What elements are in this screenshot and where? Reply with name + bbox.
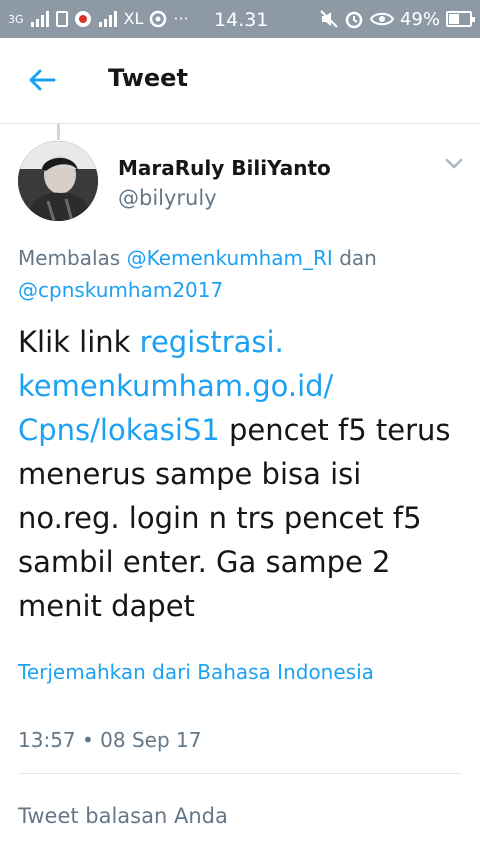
reply-context: Membalas @Kemenkumham_RI dan @cpnskumham… xyxy=(18,242,458,306)
alarm-icon xyxy=(345,11,363,29)
back-arrow-icon xyxy=(29,69,56,91)
status-time: 14.31 xyxy=(214,9,269,31)
battery-fill xyxy=(449,14,459,24)
divider xyxy=(18,773,462,774)
author-name[interactable]: MaraRuly BiliYanto xyxy=(118,156,331,180)
reply-joiner: dan xyxy=(339,246,377,270)
page-title: Tweet xyxy=(108,64,188,92)
eye-icon xyxy=(369,12,394,26)
author-handle[interactable]: @bilyruly xyxy=(118,186,217,210)
tweet-text-prefix: Klik link xyxy=(18,325,131,359)
sim-icon xyxy=(55,11,68,27)
network-type: 3G xyxy=(8,12,24,26)
mention-link[interactable]: @cpnskumham2017 xyxy=(18,278,223,302)
carrier-label: XL xyxy=(123,9,144,28)
status-left: 3G XL ··· xyxy=(8,10,189,28)
status-right: 49% xyxy=(320,8,475,30)
reply-input[interactable]: Tweet balasan Anda xyxy=(18,804,462,838)
tweet-text: Klik link registrasi.​kemenkumham.go.id/… xyxy=(18,320,468,628)
avatar[interactable] xyxy=(18,141,98,221)
status-bar: 3G XL ··· 14.31 49% xyxy=(0,0,480,38)
signal-icon xyxy=(98,11,117,27)
mute-icon xyxy=(320,10,338,28)
back-button[interactable] xyxy=(20,58,64,102)
app-bar: Tweet xyxy=(0,38,480,124)
camera-icon xyxy=(150,10,167,28)
mention-link[interactable]: @Kemenkumham_RI xyxy=(127,246,333,270)
reply-prefix: Membalas xyxy=(18,246,121,270)
chevron-down-icon xyxy=(445,158,463,169)
notification-icon xyxy=(74,11,91,27)
avatar-image xyxy=(18,141,98,221)
tweet-options-button[interactable] xyxy=(440,152,468,176)
tweet-timestamp: 13:57 • 08 Sep 17 xyxy=(18,728,202,752)
signal-icon xyxy=(30,11,49,27)
more-notifications: ··· xyxy=(173,9,189,28)
thread-connector xyxy=(57,124,60,140)
translate-link[interactable]: Terjemahkan dari Bahasa Indonesia xyxy=(18,660,374,684)
battery-percentage: 49% xyxy=(399,8,440,30)
battery-icon xyxy=(446,11,475,27)
